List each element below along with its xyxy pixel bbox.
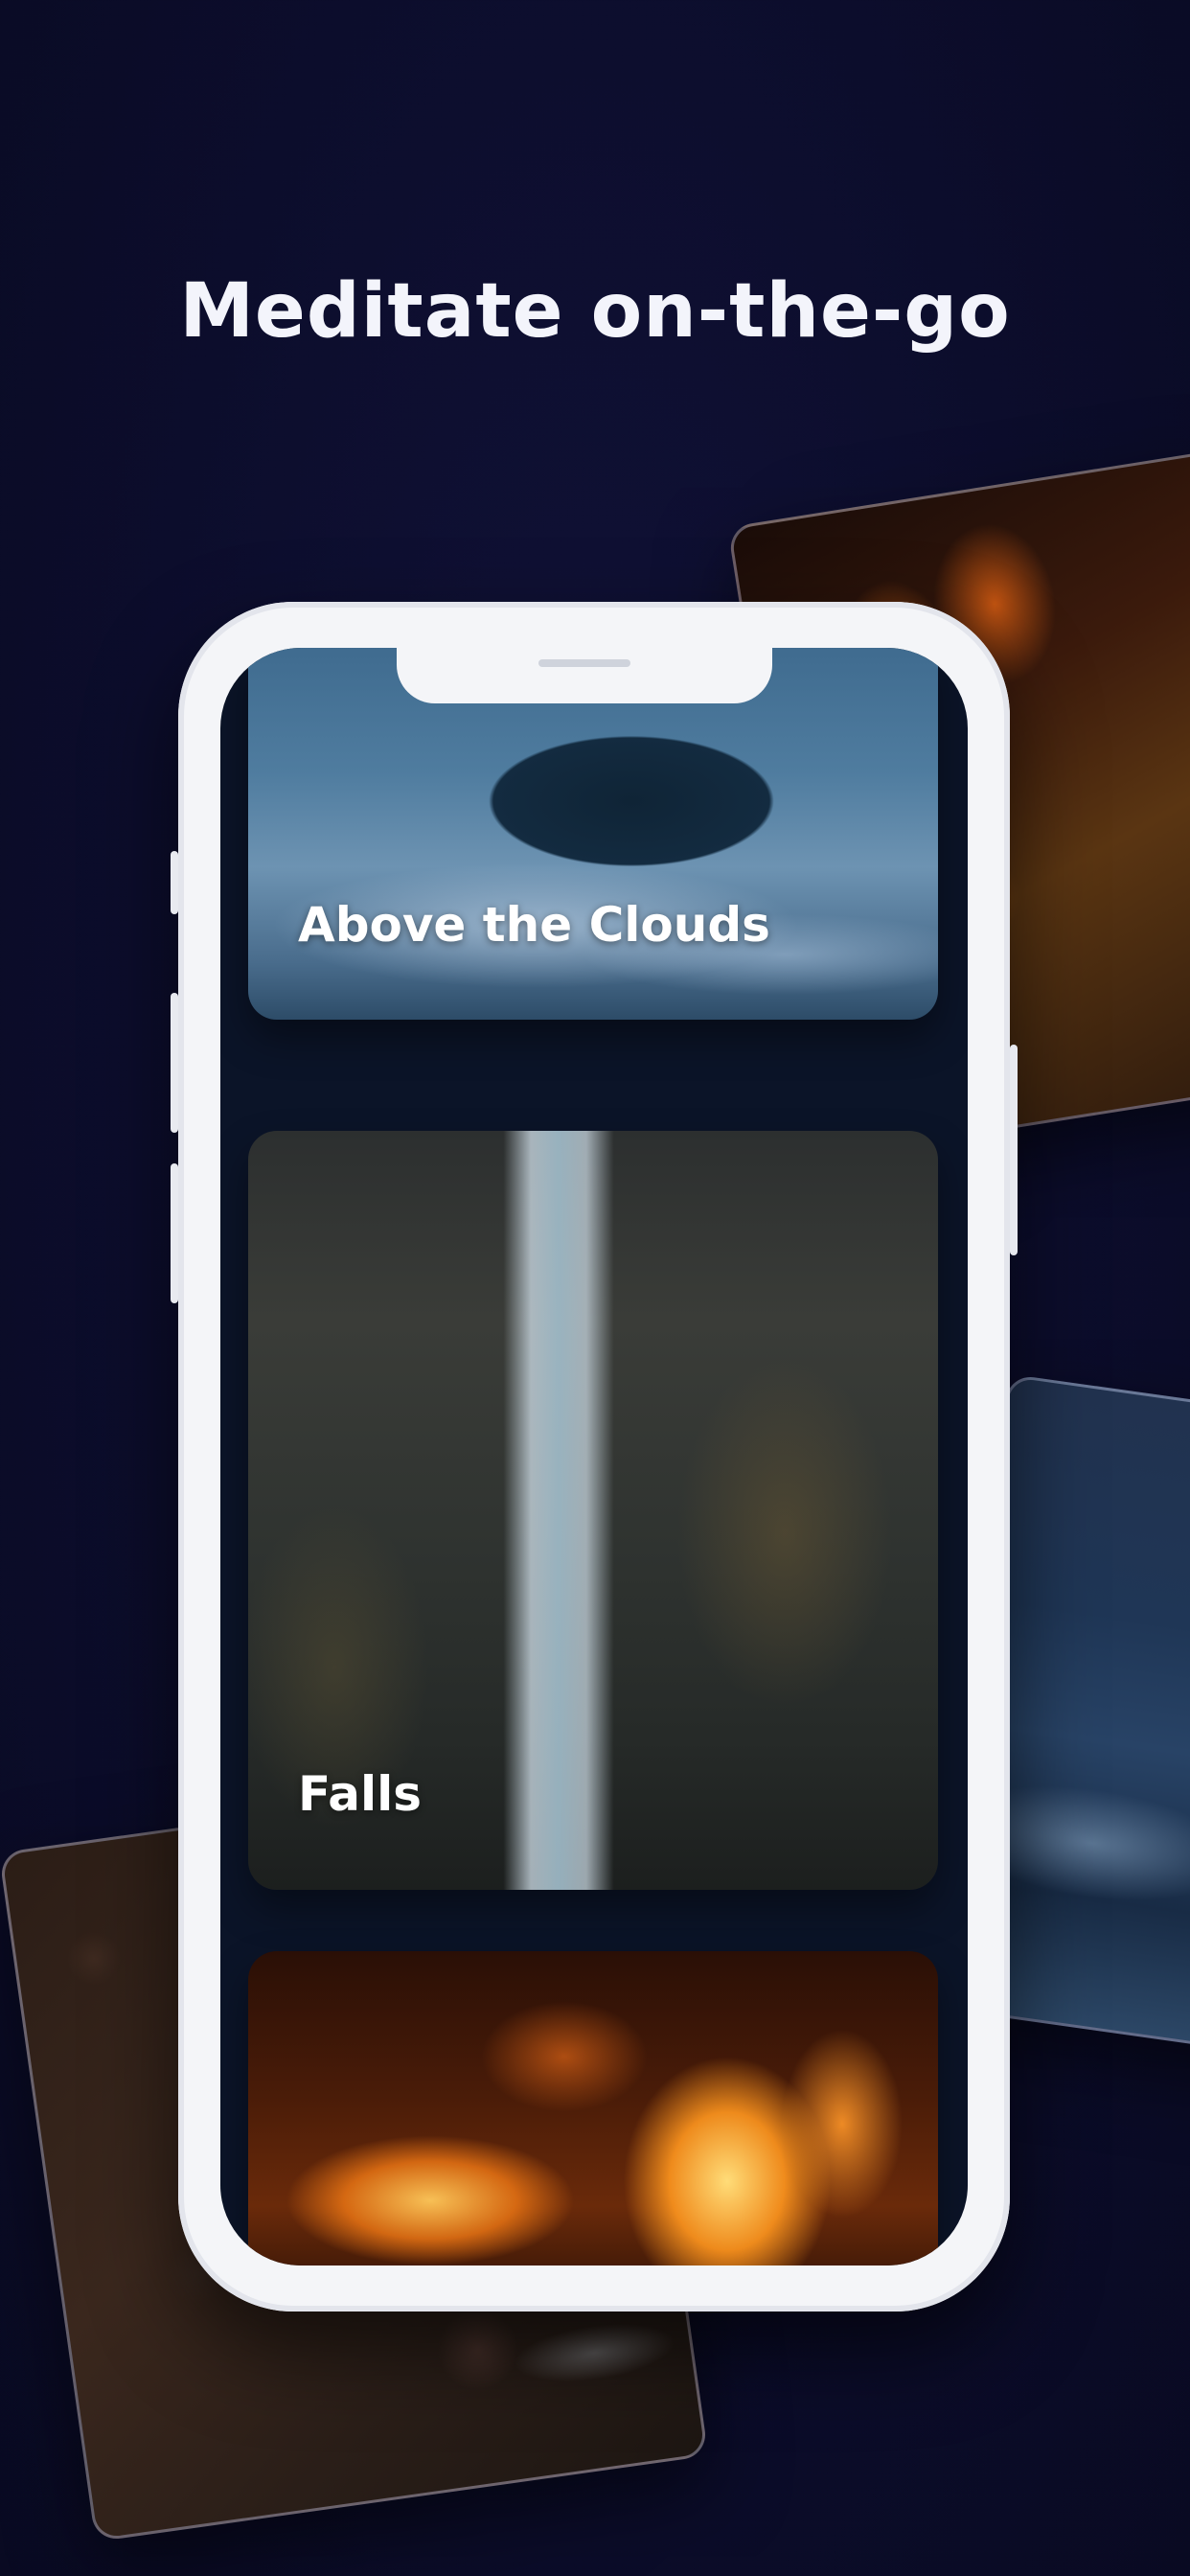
scene-card-falls[interactable]: Falls	[248, 1131, 938, 1890]
scene-label: Above the Clouds	[298, 897, 770, 953]
scene-card-fire[interactable]	[248, 1951, 938, 2266]
phone-side-button-volume-up	[171, 993, 178, 1133]
phone-side-button-power	[1010, 1045, 1018, 1255]
speaker-grille	[538, 659, 630, 667]
headline: Meditate on-the-go	[179, 268, 1011, 355]
scene-label: Falls	[298, 1766, 423, 1822]
phone-side-button-mute	[171, 851, 178, 914]
scene-card-above-the-clouds[interactable]: Above the Clouds	[248, 648, 938, 1020]
phone-side-button-volume-down	[171, 1163, 178, 1303]
phone-notch	[397, 648, 772, 703]
phone-mockup: Above the Clouds Falls	[171, 602, 1018, 2312]
phone-screen: Above the Clouds Falls	[220, 648, 968, 2266]
